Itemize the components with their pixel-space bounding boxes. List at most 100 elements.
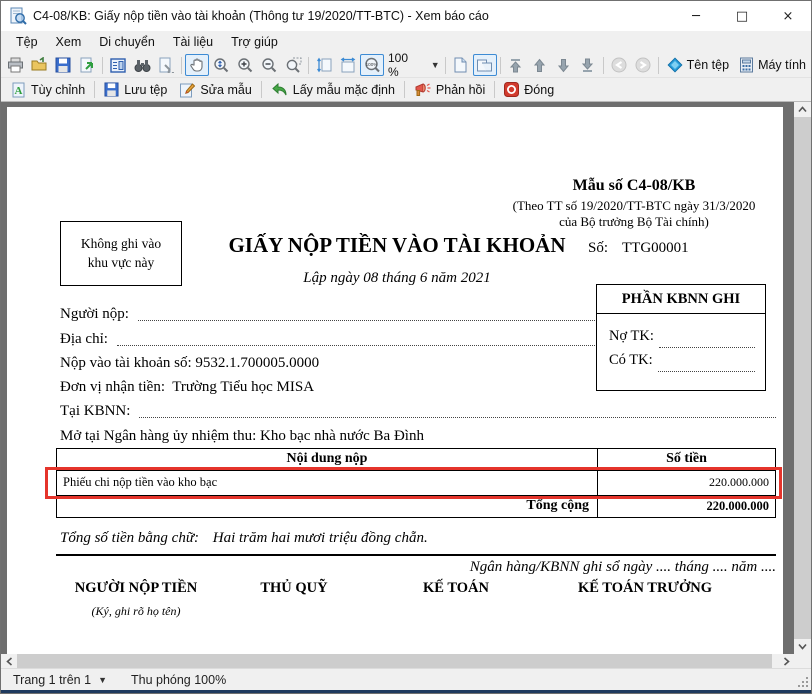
single-page-view-button[interactable]: [449, 54, 473, 76]
signature-cashier: THỦ QUỸ: [260, 580, 327, 597]
forward-button[interactable]: [631, 54, 655, 76]
signature-payer: NGƯỜI NỘP TIỀN: [75, 580, 197, 597]
bank-label: Mở tại Ngân hàng ủy nhiệm thu:: [60, 428, 256, 447]
previous-page-button[interactable]: [528, 54, 552, 76]
previous-page-icon: [533, 58, 546, 73]
default-template-label: Lấy mẫu mặc định: [293, 83, 395, 97]
minimize-button[interactable]: ─: [673, 1, 719, 31]
deposit-account-field: Nộp vào tài khoản số: 9532.1.700005.0000: [60, 350, 776, 374]
calculator-label: Máy tính: [758, 58, 806, 72]
zoom-indicator: Thu phóng 100%: [117, 673, 226, 687]
scroll-up-button[interactable]: [794, 102, 811, 117]
calculator-button[interactable]: Máy tính: [734, 56, 811, 74]
form-number-title: Mẫu số C4-08/KB: [485, 177, 783, 195]
page-dropdown-caret-icon: ▼: [98, 675, 107, 685]
document-title: GIẤY NỘP TIỀN VÀO TÀI KHOẢN: [177, 233, 617, 258]
toolbar-separator: [308, 57, 309, 74]
page-setup-button[interactable]: [154, 54, 178, 76]
form-number-subtitle-2: của Bộ trưởng Bộ Tài chính): [485, 214, 783, 230]
window-title: C4-08/KB: Giấy nộp tiền vào tài khoản (T…: [33, 9, 673, 23]
kbnn-label: Tại KBNN:: [60, 403, 134, 422]
document-number-label: Số:: [588, 240, 608, 256]
first-page-button[interactable]: [504, 54, 528, 76]
toolbar-separator: [494, 81, 495, 98]
zoom-out-button[interactable]: [257, 54, 281, 76]
signature-chief-accountant: KẾ TOÁN TRƯỞNG: [578, 580, 712, 597]
horizontal-scrollbar[interactable]: [1, 654, 794, 668]
vertical-scroll-thumb[interactable]: [794, 117, 811, 639]
signature-divider-line: [56, 554, 776, 556]
form-number-subtitle-1: (Theo TT số 19/2020/TT-BTC ngày 31/3/202…: [485, 198, 783, 214]
payer-dotted-line: [138, 320, 595, 321]
export-button[interactable]: [75, 54, 99, 76]
page-indicator-text: Trang 1 trên 1: [13, 673, 91, 687]
next-page-button[interactable]: [552, 54, 576, 76]
facing-pages-view-button[interactable]: [473, 54, 497, 76]
scroll-left-icon: [6, 657, 13, 666]
menu-di-chuyen[interactable]: Di chuyển: [90, 33, 164, 51]
file-name-info-icon: [667, 57, 683, 73]
file-name-button[interactable]: Tên tệp: [662, 56, 734, 74]
last-page-button[interactable]: [576, 54, 600, 76]
close-report-button[interactable]: Đóng: [498, 80, 560, 99]
menu-tep[interactable]: Tệp: [7, 33, 47, 51]
customize-icon: A: [11, 82, 26, 98]
fit-width-button[interactable]: [336, 54, 360, 76]
resize-grip[interactable]: [798, 677, 809, 688]
menu-bar: Tệp Xem Di chuyển Tài liệu Trợ giúp: [1, 31, 811, 53]
export-icon: [79, 57, 95, 73]
horizontal-scroll-thumb[interactable]: [17, 654, 772, 668]
zoom-level-combobox[interactable]: 100 % ▼: [388, 51, 440, 79]
back-button[interactable]: [607, 54, 631, 76]
forward-icon: [635, 57, 651, 73]
save-file-button[interactable]: Lưu tệp: [98, 80, 173, 99]
toolbar-separator: [94, 81, 95, 98]
report-parameters-icon: [110, 58, 126, 73]
feedback-button[interactable]: Phản hồi: [408, 80, 491, 99]
edit-template-button[interactable]: Sửa mẫu: [173, 80, 257, 100]
scroll-left-button[interactable]: [1, 654, 17, 668]
pan-tool-button[interactable]: [185, 54, 209, 76]
receiving-unit-field: Đơn vị nhận tiền: Trường Tiểu học MISA: [60, 374, 776, 398]
fit-height-button[interactable]: [312, 54, 336, 76]
menu-xem[interactable]: Xem: [47, 33, 91, 51]
bank-value: Kho bạc nhà nước Ba Đình: [256, 428, 424, 447]
app-report-icon: [9, 7, 27, 25]
report-toolbar: A Tùy chỉnh Lưu tệp Sửa mẫu: [1, 78, 811, 102]
amount-in-words-label: Tổng số tiền bằng chữ:: [60, 530, 199, 546]
customize-label: Tùy chỉnh: [31, 83, 85, 97]
bank-field: Mở tại Ngân hàng ủy nhiệm thu: Kho bạc n…: [60, 422, 776, 446]
first-page-icon: [509, 58, 522, 73]
signature-accountant: KẾ TOÁN: [423, 580, 489, 597]
zoom-100-button[interactable]: 100%: [360, 54, 384, 76]
print-button[interactable]: [3, 54, 27, 76]
vertical-scrollbar[interactable]: [794, 102, 811, 668]
main-toolbar: 100% 100 % ▼: [1, 53, 811, 78]
scroll-right-button[interactable]: [778, 654, 794, 668]
zoom-in-button[interactable]: [233, 54, 257, 76]
zoom-dynamic-button[interactable]: [209, 54, 233, 76]
report-parameters-button[interactable]: [106, 54, 130, 76]
save-button[interactable]: [51, 54, 75, 76]
open-button[interactable]: [27, 54, 51, 76]
menu-tro-giup[interactable]: Trợ giúp: [222, 33, 287, 51]
toolbar-separator: [500, 57, 501, 74]
zoom-region-button[interactable]: [281, 54, 305, 76]
close-button[interactable]: ×: [765, 1, 811, 31]
scroll-down-button[interactable]: [794, 639, 811, 654]
fit-height-icon: [316, 57, 332, 73]
maximize-button[interactable]: □: [719, 1, 765, 31]
find-button[interactable]: [130, 54, 154, 76]
page-indicator-dropdown[interactable]: Trang 1 trên 1 ▼: [1, 673, 117, 687]
default-template-button[interactable]: Lấy mẫu mặc định: [265, 81, 401, 99]
menu-tai-lieu[interactable]: Tài liệu: [164, 33, 222, 51]
signature-note: (Ký, ghi rõ họ tên): [92, 604, 181, 619]
window-bottom-border: [1, 690, 811, 693]
status-bar: Trang 1 trên 1 ▼ Thu phóng 100%: [1, 668, 811, 690]
fit-width-icon: [340, 57, 356, 73]
customize-button[interactable]: A Tùy chỉnh: [5, 80, 91, 100]
file-name-label: Tên tệp: [687, 58, 729, 72]
zoom-100-icon: 100%: [364, 57, 381, 73]
hand-pan-icon: [190, 57, 205, 73]
address-field: Địa chỉ:: [60, 325, 776, 349]
